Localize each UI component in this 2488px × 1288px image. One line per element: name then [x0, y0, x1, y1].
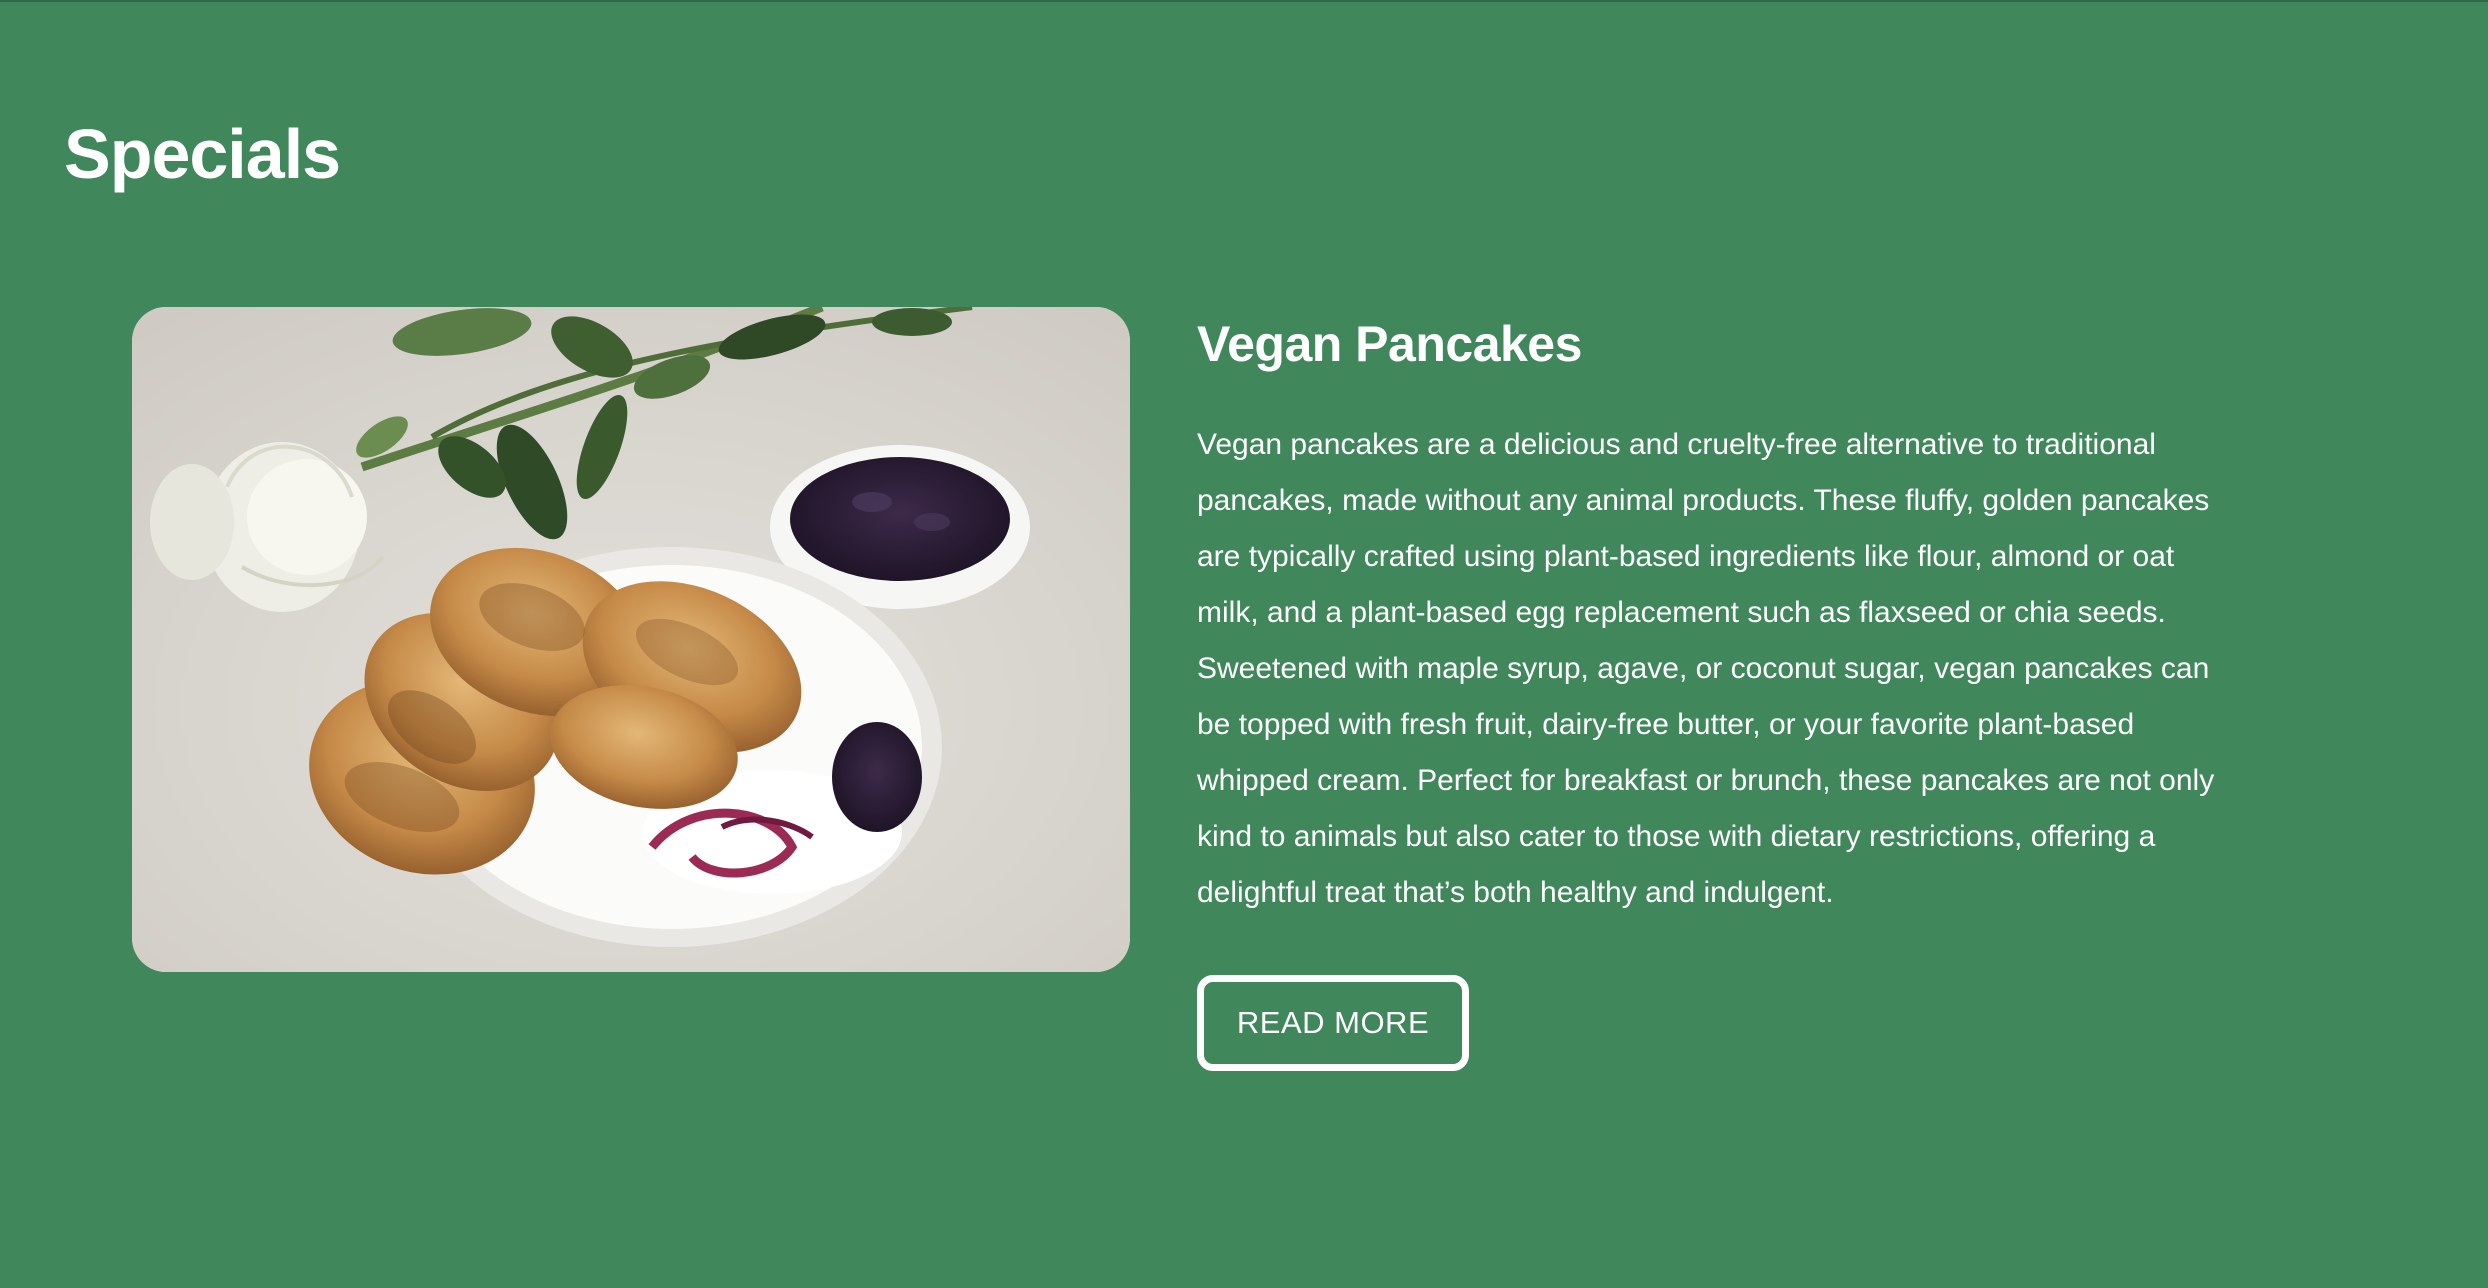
special-photo: [132, 307, 1130, 972]
read-more-button[interactable]: READ MORE: [1197, 975, 1469, 1071]
special-content: Vegan Pancakes Vegan pancakes are a deli…: [1197, 307, 2217, 1071]
special-title: Vegan Pancakes: [1197, 316, 1582, 372]
pancakes-photo-illustration: [132, 307, 1130, 972]
section-title: Specials: [64, 115, 341, 193]
special-card: Vegan Pancakes Vegan pancakes are a deli…: [132, 307, 2282, 1071]
specials-page: Specials Vegan Pancakes Vegan pancakes a…: [0, 0, 2488, 1288]
special-description: Vegan pancakes are a delicious and cruel…: [1197, 428, 2215, 909]
